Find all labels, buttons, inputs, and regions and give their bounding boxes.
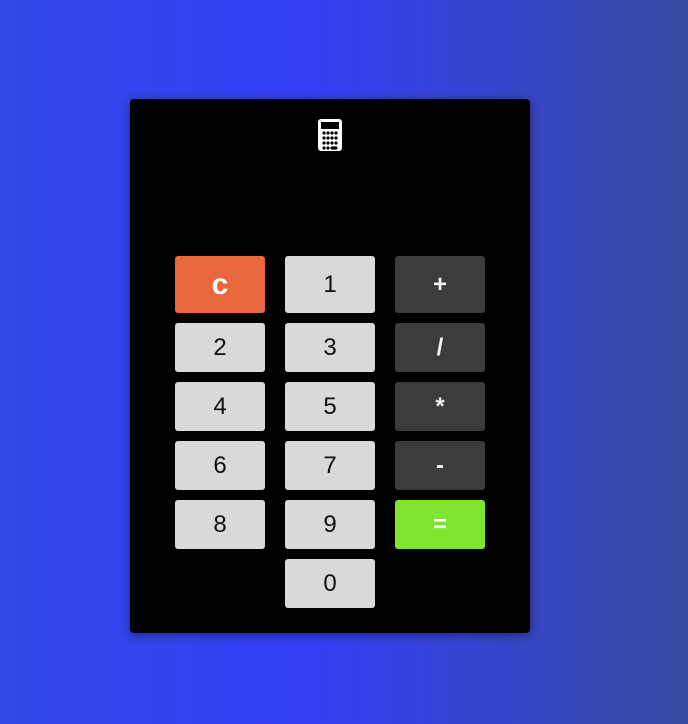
digit-2-button[interactable]: 2 [175,323,265,372]
digit-9-button[interactable]: 9 [285,500,375,549]
minus-button[interactable]: - [395,441,485,490]
digit-0-button[interactable]: 0 [285,559,375,608]
calculator-icon [318,119,342,151]
digit-1-button[interactable]: 1 [285,256,375,313]
equals-button[interactable]: = [395,500,485,549]
digit-6-button[interactable]: 6 [175,441,265,490]
digit-4-button[interactable]: 4 [175,382,265,431]
plus-button[interactable]: + [395,256,485,313]
digit-5-button[interactable]: 5 [285,382,375,431]
calculator-panel: c 1 + 2 3 / 4 5 * 6 7 - 8 9 = 0 [130,99,530,633]
clear-button[interactable]: c [175,256,265,313]
digit-8-button[interactable]: 8 [175,500,265,549]
digit-3-button[interactable]: 3 [285,323,375,372]
divide-button[interactable]: / [395,323,485,372]
multiply-button[interactable]: * [395,382,485,431]
digit-7-button[interactable]: 7 [285,441,375,490]
calculator-display [175,169,485,239]
